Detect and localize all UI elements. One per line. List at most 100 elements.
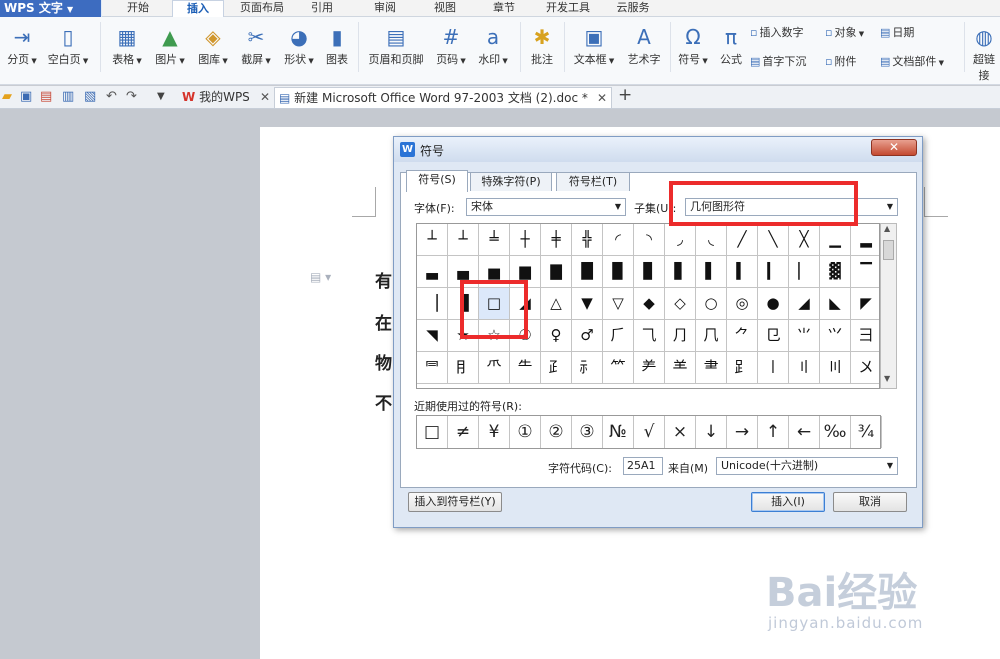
new-tab-button[interactable]: + xyxy=(618,87,632,104)
word-art-button[interactable]: A 艺术字 xyxy=(622,23,666,67)
grid-scrollbar[interactable]: ▲ ▼ xyxy=(880,223,897,389)
tab-special-chars[interactable]: 特殊字符(P) xyxy=(470,172,552,191)
doc-parts-button[interactable]: ▤ 文档部件 ▼ xyxy=(880,53,944,69)
symbol-cell[interactable]: ⺪ xyxy=(541,352,572,384)
picture-button[interactable]: ▲ 图片 ▼ xyxy=(151,23,189,67)
scroll-down-icon[interactable]: ▼ xyxy=(884,374,890,383)
formula-button[interactable]: π 公式 xyxy=(714,23,748,67)
tab-references[interactable]: 引用 xyxy=(302,0,342,17)
symbol-cell[interactable]: ╱ xyxy=(727,224,758,256)
recent-symbol-cell[interactable]: ↑ xyxy=(758,416,789,448)
recent-symbol-cell[interactable]: □ xyxy=(417,416,448,448)
recent-symbol-cell[interactable]: ③ xyxy=(572,416,603,448)
hyperlink-button[interactable]: ◍ 超链接 xyxy=(968,23,1000,83)
symbol-cell[interactable]: ⺜ xyxy=(417,352,448,384)
symbol-cell[interactable]: ◆ xyxy=(634,288,665,320)
dialog-close-button[interactable]: ✕ xyxy=(871,139,917,156)
symbol-cell[interactable]: ▉ xyxy=(603,256,634,288)
watermark-button[interactable]: a 水印 ▼ xyxy=(474,23,512,67)
symbol-cell[interactable]: ⺇ xyxy=(696,320,727,352)
tab-insert[interactable]: 插入 xyxy=(172,0,224,17)
tab-symbols[interactable]: 符号(S) xyxy=(406,170,468,192)
tab-document[interactable]: ▤ 新建 Microsoft Office Word 97-2003 文档 (2… xyxy=(274,87,612,108)
tab-view[interactable]: 视图 xyxy=(425,0,465,17)
symbol-cell[interactable]: ⺍ xyxy=(820,320,851,352)
symbol-cell[interactable]: △ xyxy=(541,288,572,320)
recent-symbol-cell[interactable]: ¾ xyxy=(851,416,882,448)
symbol-cell[interactable]: ♀ xyxy=(541,320,572,352)
symbol-cell[interactable]: 〣 xyxy=(820,352,851,384)
undo-icon[interactable]: ↶ xyxy=(106,89,117,105)
print-icon[interactable]: ▥ xyxy=(62,89,74,105)
tab-developer[interactable]: 开发工具 xyxy=(540,0,596,17)
symbol-cell[interactable]: ⺆ xyxy=(665,320,696,352)
symbol-cell[interactable]: ◝ xyxy=(634,224,665,256)
symbol-cell[interactable]: ⺥ xyxy=(479,352,510,384)
symbol-cell[interactable]: ▎ xyxy=(758,256,789,288)
header-footer-button[interactable]: ▤ 页眉和页脚 xyxy=(364,23,428,67)
tab-symbol-bar[interactable]: 符号栏(T) xyxy=(556,172,630,191)
attachment-button[interactable]: ▫ 附件 xyxy=(825,53,856,69)
scroll-thumb[interactable] xyxy=(883,240,894,260)
insert-button[interactable]: 插入(I) xyxy=(751,492,825,512)
symbol-cell[interactable]: ⺈ xyxy=(727,320,758,352)
scroll-up-icon[interactable]: ▲ xyxy=(884,224,890,233)
recent-symbol-cell[interactable]: ‰ xyxy=(820,416,851,448)
symbol-cell[interactable]: ⺮ xyxy=(603,352,634,384)
symbol-cell[interactable]: ▊ xyxy=(634,256,665,288)
tab-home[interactable]: 开始 xyxy=(118,0,158,17)
tab-cloud[interactable]: 云服务 xyxy=(608,0,658,17)
symbol-cell[interactable]: ◥ xyxy=(417,320,448,352)
gallery-button[interactable]: ◈ 图库 ▼ xyxy=(194,23,232,67)
recent-symbol-cell[interactable]: ≠ xyxy=(448,416,479,448)
symbol-cell[interactable]: ▋ xyxy=(665,256,696,288)
symbol-cell[interactable]: ⺻ xyxy=(696,352,727,384)
drop-cap-button[interactable]: ▤ 首字下沉 xyxy=(750,53,806,69)
symbol-cell[interactable]: ● xyxy=(758,288,789,320)
symbol-cell[interactable]: ┴ xyxy=(417,224,448,256)
recent-symbol-cell[interactable]: № xyxy=(603,416,634,448)
symbol-cell[interactable]: ┴ xyxy=(448,224,479,256)
paragraph-handle-icon[interactable]: ▤ ▾ xyxy=(310,270,331,284)
tab-my-wps[interactable]: W 我的WPS ✕ xyxy=(178,87,274,108)
symbol-cell[interactable]: ⺌ xyxy=(789,320,820,352)
symbol-cell[interactable]: ◜ xyxy=(603,224,634,256)
symbol-cell[interactable]: ▍ xyxy=(727,256,758,288)
symbol-cell[interactable]: ▇ xyxy=(541,256,572,288)
table-button[interactable]: ▦ 表格 ▼ xyxy=(108,23,146,67)
save-icon[interactable]: ▣ xyxy=(20,89,32,105)
symbol-cell[interactable]: ╪ xyxy=(541,224,572,256)
insert-to-bar-button[interactable]: 插入到符号栏(Y) xyxy=(408,492,502,512)
symbol-cell[interactable]: █ xyxy=(572,256,603,288)
symbol-cell[interactable]: ◟ xyxy=(696,224,727,256)
symbol-cell[interactable]: ◢ xyxy=(789,288,820,320)
symbol-cell[interactable]: ◞ xyxy=(665,224,696,256)
symbol-cell[interactable]: ╧ xyxy=(479,224,510,256)
text-box-button[interactable]: ▣ 文本框 ▼ xyxy=(570,23,618,67)
close-icon[interactable]: ✕ xyxy=(260,87,270,107)
recent-symbol-cell[interactable]: ① xyxy=(510,416,541,448)
recent-symbol-cell[interactable]: × xyxy=(665,416,696,448)
symbol-cell[interactable]: ○ xyxy=(696,288,727,320)
recent-symbol-cell[interactable]: √ xyxy=(634,416,665,448)
symbol-cell[interactable]: ▓ xyxy=(820,256,851,288)
symbol-cell[interactable]: 〡 xyxy=(758,352,789,384)
symbol-cell[interactable]: ⺶ xyxy=(634,352,665,384)
symbol-button[interactable]: Ω 符号 ▼ xyxy=(674,23,712,67)
symbol-cell[interactable]: ⺝ xyxy=(448,352,479,384)
symbol-cell[interactable]: ⺁ xyxy=(603,320,634,352)
chart-button[interactable]: ▮ 图表 xyxy=(322,23,352,67)
symbol-cell[interactable]: ◎ xyxy=(727,288,758,320)
symbol-cell[interactable]: ⺬ xyxy=(572,352,603,384)
recent-symbol-cell[interactable]: ② xyxy=(541,416,572,448)
page-break-button[interactable]: ⇥ 分页 ▼ xyxy=(2,23,42,67)
close-icon[interactable]: ✕ xyxy=(597,88,607,108)
symbol-cell[interactable]: ◣ xyxy=(820,288,851,320)
blank-page-button[interactable]: ▯ 空白页 ▼ xyxy=(45,23,91,67)
symbol-cell[interactable]: ⺕ xyxy=(851,320,879,352)
open-folder-icon[interactable]: ▰ xyxy=(2,89,12,105)
insert-number-button[interactable]: ▫ 插入数字 xyxy=(750,24,803,40)
symbol-cell[interactable]: ⺷ xyxy=(665,352,696,384)
symbol-cell[interactable]: ▼ xyxy=(572,288,603,320)
symbol-cell[interactable]: ╬ xyxy=(572,224,603,256)
